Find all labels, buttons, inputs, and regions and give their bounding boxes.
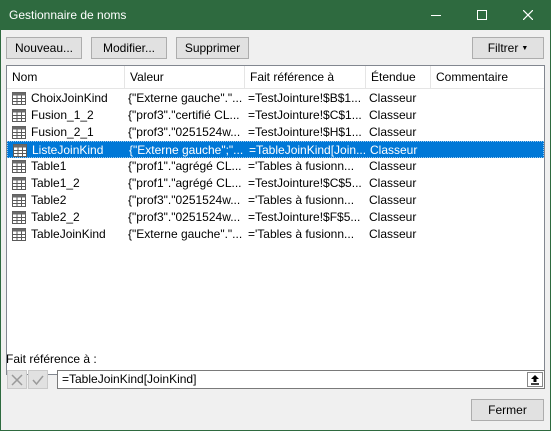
- names-list[interactable]: Nom Valeur Fait référence à Étendue Comm…: [6, 65, 545, 375]
- cell-value: {"prof3"."certifié CL...: [128, 108, 240, 122]
- table-row[interactable]: ListeJoinKind {"Externe gauche";"... =Tabl…: [7, 141, 544, 158]
- cell-scope: Classeur: [369, 125, 417, 139]
- collapse-arrow-icon: [531, 375, 539, 385]
- cell-value: {"prof3"."0251524w...: [128, 125, 241, 139]
- cancel-edit-button[interactable]: [7, 370, 27, 389]
- table-row[interactable]: Table1_2 {"prof1"."agrégé CL... =TestJoint…: [7, 175, 544, 192]
- table-row[interactable]: Fusion_2_1 {"prof3"."0251524w... =TestJoin…: [7, 124, 544, 141]
- cell-comment: [435, 226, 540, 243]
- cell-ref: ='Tables à fusionn...: [248, 227, 355, 241]
- edit-name-button[interactable]: Modifier...: [91, 37, 167, 59]
- reference-label: Fait référence à :: [6, 352, 97, 366]
- cell-scope: Classeur: [369, 108, 417, 122]
- minimize-button[interactable]: [413, 0, 459, 30]
- cell-name: Table1_2: [31, 176, 80, 190]
- reference-input[interactable]: =TableJoinKind[JoinKind]: [57, 370, 545, 389]
- cell-comment: [435, 192, 540, 209]
- cell-name: Fusion_2_1: [31, 125, 94, 139]
- cell-name: Table2: [31, 193, 67, 207]
- close-window-button[interactable]: [505, 0, 551, 30]
- table-icon: [12, 211, 26, 224]
- cell-value: {"prof3"."0251524w...: [128, 210, 241, 224]
- cell-ref: =TestJointure!$B$1...: [248, 91, 362, 105]
- cell-value: {"prof1"."agrégé CL...: [128, 159, 242, 173]
- column-header-ref[interactable]: Fait référence à: [245, 66, 366, 88]
- table-icon: [13, 144, 27, 157]
- table-row[interactable]: Table1 {"prof1"."agrégé CL... ='Tables à f…: [7, 158, 544, 175]
- delete-name-button[interactable]: Supprimer: [176, 37, 249, 59]
- cell-comment: [435, 124, 540, 141]
- cell-scope: Classeur: [369, 91, 417, 105]
- table-row[interactable]: Table2_2 {"prof3"."0251524w... =TestJointu…: [7, 209, 544, 226]
- cell-name: TableJoinKind: [31, 227, 106, 241]
- cell-value: {"prof3"."0251524w...: [128, 193, 241, 207]
- table-icon: [12, 177, 26, 190]
- cell-value: {"Externe gauche";"...: [129, 143, 244, 157]
- title-bar: Gestionnaire de noms: [0, 0, 551, 30]
- cell-ref: =TestJointure!$F$5...: [248, 210, 361, 224]
- table-icon: [12, 194, 26, 207]
- cell-comment: [436, 142, 541, 159]
- cell-name: ListeJoinKind: [32, 143, 104, 157]
- column-header-comment[interactable]: Commentaire: [431, 66, 544, 88]
- cancel-x-icon: [11, 373, 23, 386]
- confirm-edit-button[interactable]: [28, 370, 48, 389]
- maximize-button[interactable]: [459, 0, 505, 30]
- close-dialog-button[interactable]: Fermer: [471, 399, 544, 421]
- cell-value: {"Externe gauche"."...: [128, 227, 243, 241]
- cell-ref: =TableJoinKind[Join...: [249, 143, 366, 157]
- filter-label: Filtrer: [487, 41, 519, 55]
- cell-comment: [435, 90, 540, 107]
- table-row[interactable]: Table2 {"prof3"."0251524w... ='Tables à fu…: [7, 192, 544, 209]
- cell-comment: [435, 209, 540, 226]
- table-icon: [12, 126, 26, 139]
- cell-comment: [435, 107, 540, 124]
- close-icon: [523, 10, 533, 20]
- column-header-name[interactable]: Nom: [7, 66, 125, 88]
- table-icon: [12, 228, 26, 241]
- cell-ref: ='Tables à fusionn...: [248, 159, 355, 173]
- cell-comment: [435, 158, 540, 175]
- cell-scope: Classeur: [369, 159, 417, 173]
- cell-scope: Classeur: [370, 143, 418, 157]
- window-title: Gestionnaire de noms: [9, 8, 127, 22]
- filter-button[interactable]: Filtrer ▼: [472, 37, 544, 59]
- cell-ref: =TestJointure!$H$1...: [248, 125, 362, 139]
- cell-scope: Classeur: [369, 176, 417, 190]
- new-name-button[interactable]: Nouveau...: [6, 37, 82, 59]
- maximize-icon: [477, 10, 487, 20]
- table-icon: [12, 92, 26, 105]
- cell-scope: Classeur: [369, 227, 417, 241]
- dialog-body: Nouveau... Modifier... Supprimer Filtrer…: [0, 30, 551, 431]
- table-row[interactable]: Fusion_1_2 {"prof3"."certifié CL... =TestJ…: [7, 107, 544, 124]
- cell-name: Table1: [31, 159, 67, 173]
- cell-scope: Classeur: [369, 210, 417, 224]
- cell-value: {"Externe gauche"."...: [128, 91, 243, 105]
- cell-name: Fusion_1_2: [31, 108, 94, 122]
- table-row[interactable]: ChoixJoinKind {"Externe gauche"."... =Test…: [7, 90, 544, 107]
- cell-ref: =TestJointure!$C$5...: [248, 176, 362, 190]
- reference-value: =TableJoinKind[JoinKind]: [62, 372, 197, 386]
- column-header-scope[interactable]: Étendue: [366, 66, 431, 88]
- table-row[interactable]: TableJoinKind {"Externe gauche"."... ='Tab…: [7, 226, 544, 243]
- dropdown-caret-icon: ▼: [521, 44, 529, 52]
- cell-ref: =TestJointure!$C$1...: [248, 108, 362, 122]
- collapse-dialog-button[interactable]: [527, 372, 543, 387]
- cell-name: ChoixJoinKind: [31, 91, 108, 105]
- cell-name: Table2_2: [31, 210, 80, 224]
- minimize-icon: [431, 15, 441, 16]
- cell-scope: Classeur: [369, 193, 417, 207]
- cell-value: {"prof1"."agrégé CL...: [128, 176, 242, 190]
- cell-comment: [435, 175, 540, 192]
- table-icon: [12, 160, 26, 173]
- checkmark-icon: [32, 375, 44, 385]
- table-icon: [12, 109, 26, 122]
- list-header: Nom Valeur Fait référence à Étendue Comm…: [7, 66, 544, 89]
- column-header-value[interactable]: Valeur: [125, 66, 245, 88]
- cell-ref: ='Tables à fusionn...: [248, 193, 355, 207]
